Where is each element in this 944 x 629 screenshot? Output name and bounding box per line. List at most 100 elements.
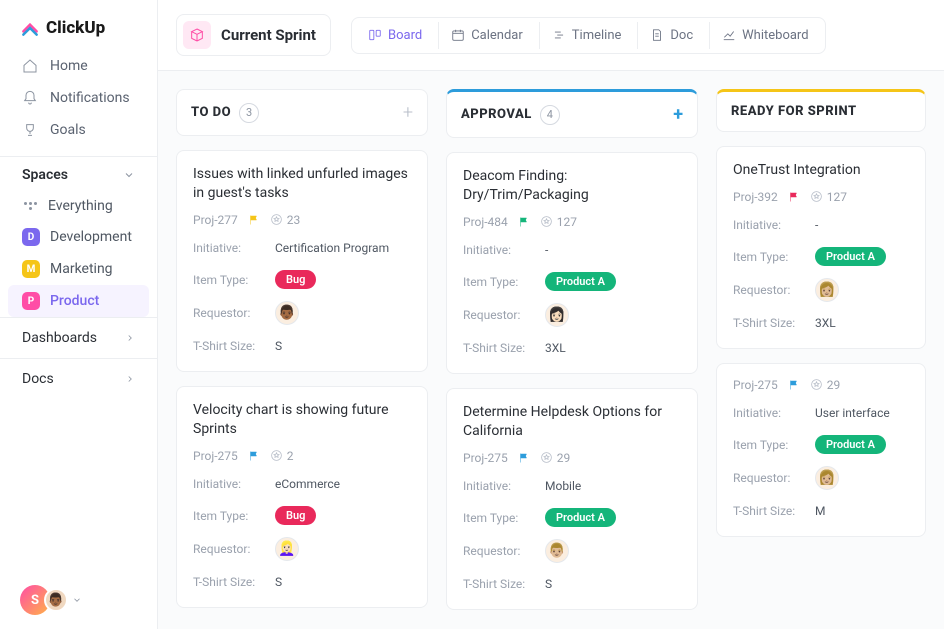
item-type-tag: Product A [545,272,616,291]
view-tabs: Board Calendar Timeline Doc Whiteboard [351,17,826,54]
card[interactable]: Determine Helpdesk Options for Californi… [446,388,698,610]
nav-label: Goals [50,122,86,138]
field-tshirt: T-Shirt Size: S [193,571,411,593]
page-title-chip[interactable]: Current Sprint [176,14,331,56]
add-card-button[interactable]: + [403,102,413,123]
space-label: Product [50,293,99,309]
space-label: Development [50,229,132,245]
space-badge: P [22,292,40,310]
requestor-avatar: 👩🏼 [815,466,839,490]
tab-calendar[interactable]: Calendar [438,22,535,49]
flag-icon [248,214,260,226]
space-item-marketing[interactable]: M Marketing [0,253,157,285]
card-meta: Proj-484 127 [463,215,681,229]
card-meta: Proj-277 23 [193,213,411,227]
score: 127 [540,215,577,229]
card[interactable]: Proj-275 29 Initiative: User interface I… [716,363,926,537]
column-title: READY FOR SPRINT [731,104,857,119]
requestor-avatar: 👩🏻 [545,303,569,327]
chevron-right-icon [125,333,135,343]
sidebar-footer[interactable]: S 👨🏾 [0,571,157,629]
field-requestor: Requestor: 👩🏻 [463,303,681,327]
bell-icon [22,90,38,106]
field-requestor: Requestor: 👩🏼 [733,278,909,302]
field-item-type: Item Type: Product A [733,246,909,268]
project-id: Proj-275 [193,449,238,463]
card-title: OneTrust Integration [733,161,909,180]
field-item-type: Item Type: Product A [463,271,681,293]
space-badge: M [22,260,40,278]
requestor-avatar: 👱🏻‍♀️ [275,537,299,561]
field-tshirt: T-Shirt Size: M [733,500,909,522]
card[interactable]: OneTrust Integration Proj-392 127 Initia… [716,146,926,349]
brand-name: ClickUp [46,18,105,38]
column-count: 3 [239,103,259,123]
score: 29 [540,451,571,465]
field-requestor: Requestor: 👨🏼 [463,539,681,563]
section-label: Docs [22,371,54,387]
flag-icon [518,216,530,228]
requestor-avatar: 👨🏼 [545,539,569,563]
space-item-development[interactable]: D Development [0,221,157,253]
nav-home[interactable]: Home [0,50,157,82]
chevron-down-icon [123,169,135,181]
field-initiative: Initiative: - [463,239,681,261]
column-header[interactable]: TO DO 3 + [176,89,428,136]
item-type-tag: Product A [545,508,616,527]
spaces-header[interactable]: Spaces [0,156,157,191]
cube-icon [183,21,211,49]
item-type-tag: Product A [815,435,886,454]
timeline-icon [552,28,566,42]
field-tshirt: T-Shirt Size: 3XL [463,337,681,359]
card[interactable]: Velocity chart is showing future Sprints… [176,386,428,608]
tab-doc[interactable]: Doc [637,22,705,49]
logo[interactable]: ClickUp [0,0,157,50]
space-badge: D [22,228,40,246]
field-tshirt: T-Shirt Size: 3XL [733,312,909,334]
chevron-right-icon [125,374,135,384]
nav-notifications[interactable]: Notifications [0,82,157,114]
sidebar: ClickUp Home Notifications Goals Spaces … [0,0,158,629]
score: 2 [270,449,294,463]
docs-section[interactable]: Docs [0,358,157,399]
dashboards-section[interactable]: Dashboards [0,317,157,358]
column-header[interactable]: READY FOR SPRINT [716,89,926,132]
card[interactable]: Issues with linked unfurled images in gu… [176,150,428,372]
score: 29 [810,378,841,392]
field-item-type: Item Type: Product A [463,507,681,529]
tab-board[interactable]: Board [356,22,434,49]
score: 127 [810,190,847,204]
field-initiative: Initiative: Mobile [463,475,681,497]
add-card-button[interactable]: + [673,104,683,125]
board-icon [368,28,382,42]
item-type-tag: Bug [275,270,316,289]
requestor-avatar: 👨🏾 [275,301,299,325]
field-tshirt: T-Shirt Size: S [193,335,411,357]
card-title: Deacom Finding: Dry/Trim/Packaging [463,167,681,205]
space-everything[interactable]: Everything [0,191,157,221]
field-requestor: Requestor: 👩🏼 [733,466,909,490]
column-count: 4 [540,105,560,125]
field-requestor: Requestor: 👱🏻‍♀️ [193,537,411,561]
user-avatar-secondary[interactable]: 👨🏾 [44,588,68,612]
column-header[interactable]: APPROVAL 4 + [446,89,698,138]
tab-timeline[interactable]: Timeline [539,22,634,49]
space-item-product[interactable]: P Product [8,285,149,317]
column: APPROVAL 4 + Deacom Finding: Dry/Trim/Pa… [446,89,698,611]
flag-icon [518,452,530,464]
nav-goals[interactable]: Goals [0,114,157,146]
card-meta: Proj-275 29 [463,451,681,465]
nav-label: Home [50,58,88,74]
card-meta: Proj-275 29 [733,378,909,392]
tab-whiteboard[interactable]: Whiteboard [709,22,820,49]
calendar-icon [451,28,465,42]
project-id: Proj-275 [733,378,778,392]
card-title: Determine Helpdesk Options for Californi… [463,403,681,441]
field-requestor: Requestor: 👨🏾 [193,301,411,325]
card-meta: Proj-275 2 [193,449,411,463]
trophy-icon [22,122,38,138]
card-meta: Proj-392 127 [733,190,909,204]
main: Current Sprint Board Calendar Timeline [158,0,944,629]
field-item-type: Item Type: Product A [733,434,909,456]
card[interactable]: Deacom Finding: Dry/Trim/Packaging Proj-… [446,152,698,374]
